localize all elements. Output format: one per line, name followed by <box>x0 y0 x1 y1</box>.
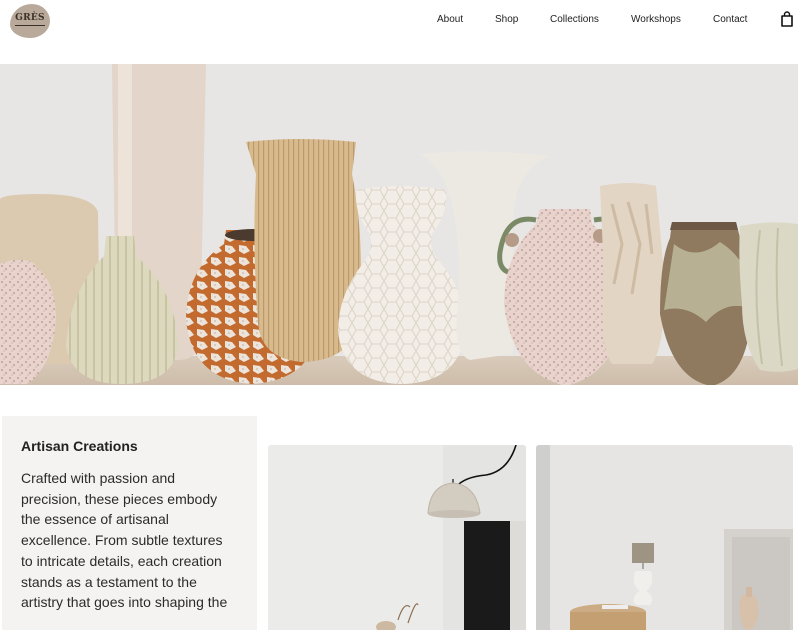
nav-about-link[interactable]: About <box>437 13 463 27</box>
nav-workshops-link[interactable]: Workshops <box>631 13 681 27</box>
logo-text: GRÈS <box>15 13 45 23</box>
ceramic-vases-photo <box>0 64 798 385</box>
gallery-image-1[interactable] <box>268 445 526 630</box>
nav-shop-link[interactable]: Shop <box>495 13 518 27</box>
logo-underline <box>15 25 45 26</box>
site-header: GRÈS About Shop Collections Workshops Co… <box>0 0 798 62</box>
nav-collections-link[interactable]: Collections <box>550 13 599 27</box>
shopping-bag-icon[interactable] <box>780 11 794 27</box>
nav-contact-link[interactable]: Contact <box>713 13 747 27</box>
hero-image <box>0 64 798 385</box>
page: GRÈS About Shop Collections Workshops Co… <box>0 0 798 630</box>
feature-description: Crafted with passion and precision, thes… <box>21 470 228 611</box>
gallery-image-2[interactable] <box>536 445 793 630</box>
brand-logo[interactable]: GRÈS <box>10 4 50 38</box>
feature-title: Artisan Creations <box>21 438 138 454</box>
interior-table-vase-photo <box>536 445 793 630</box>
interior-pendant-lamp-photo <box>268 445 526 630</box>
